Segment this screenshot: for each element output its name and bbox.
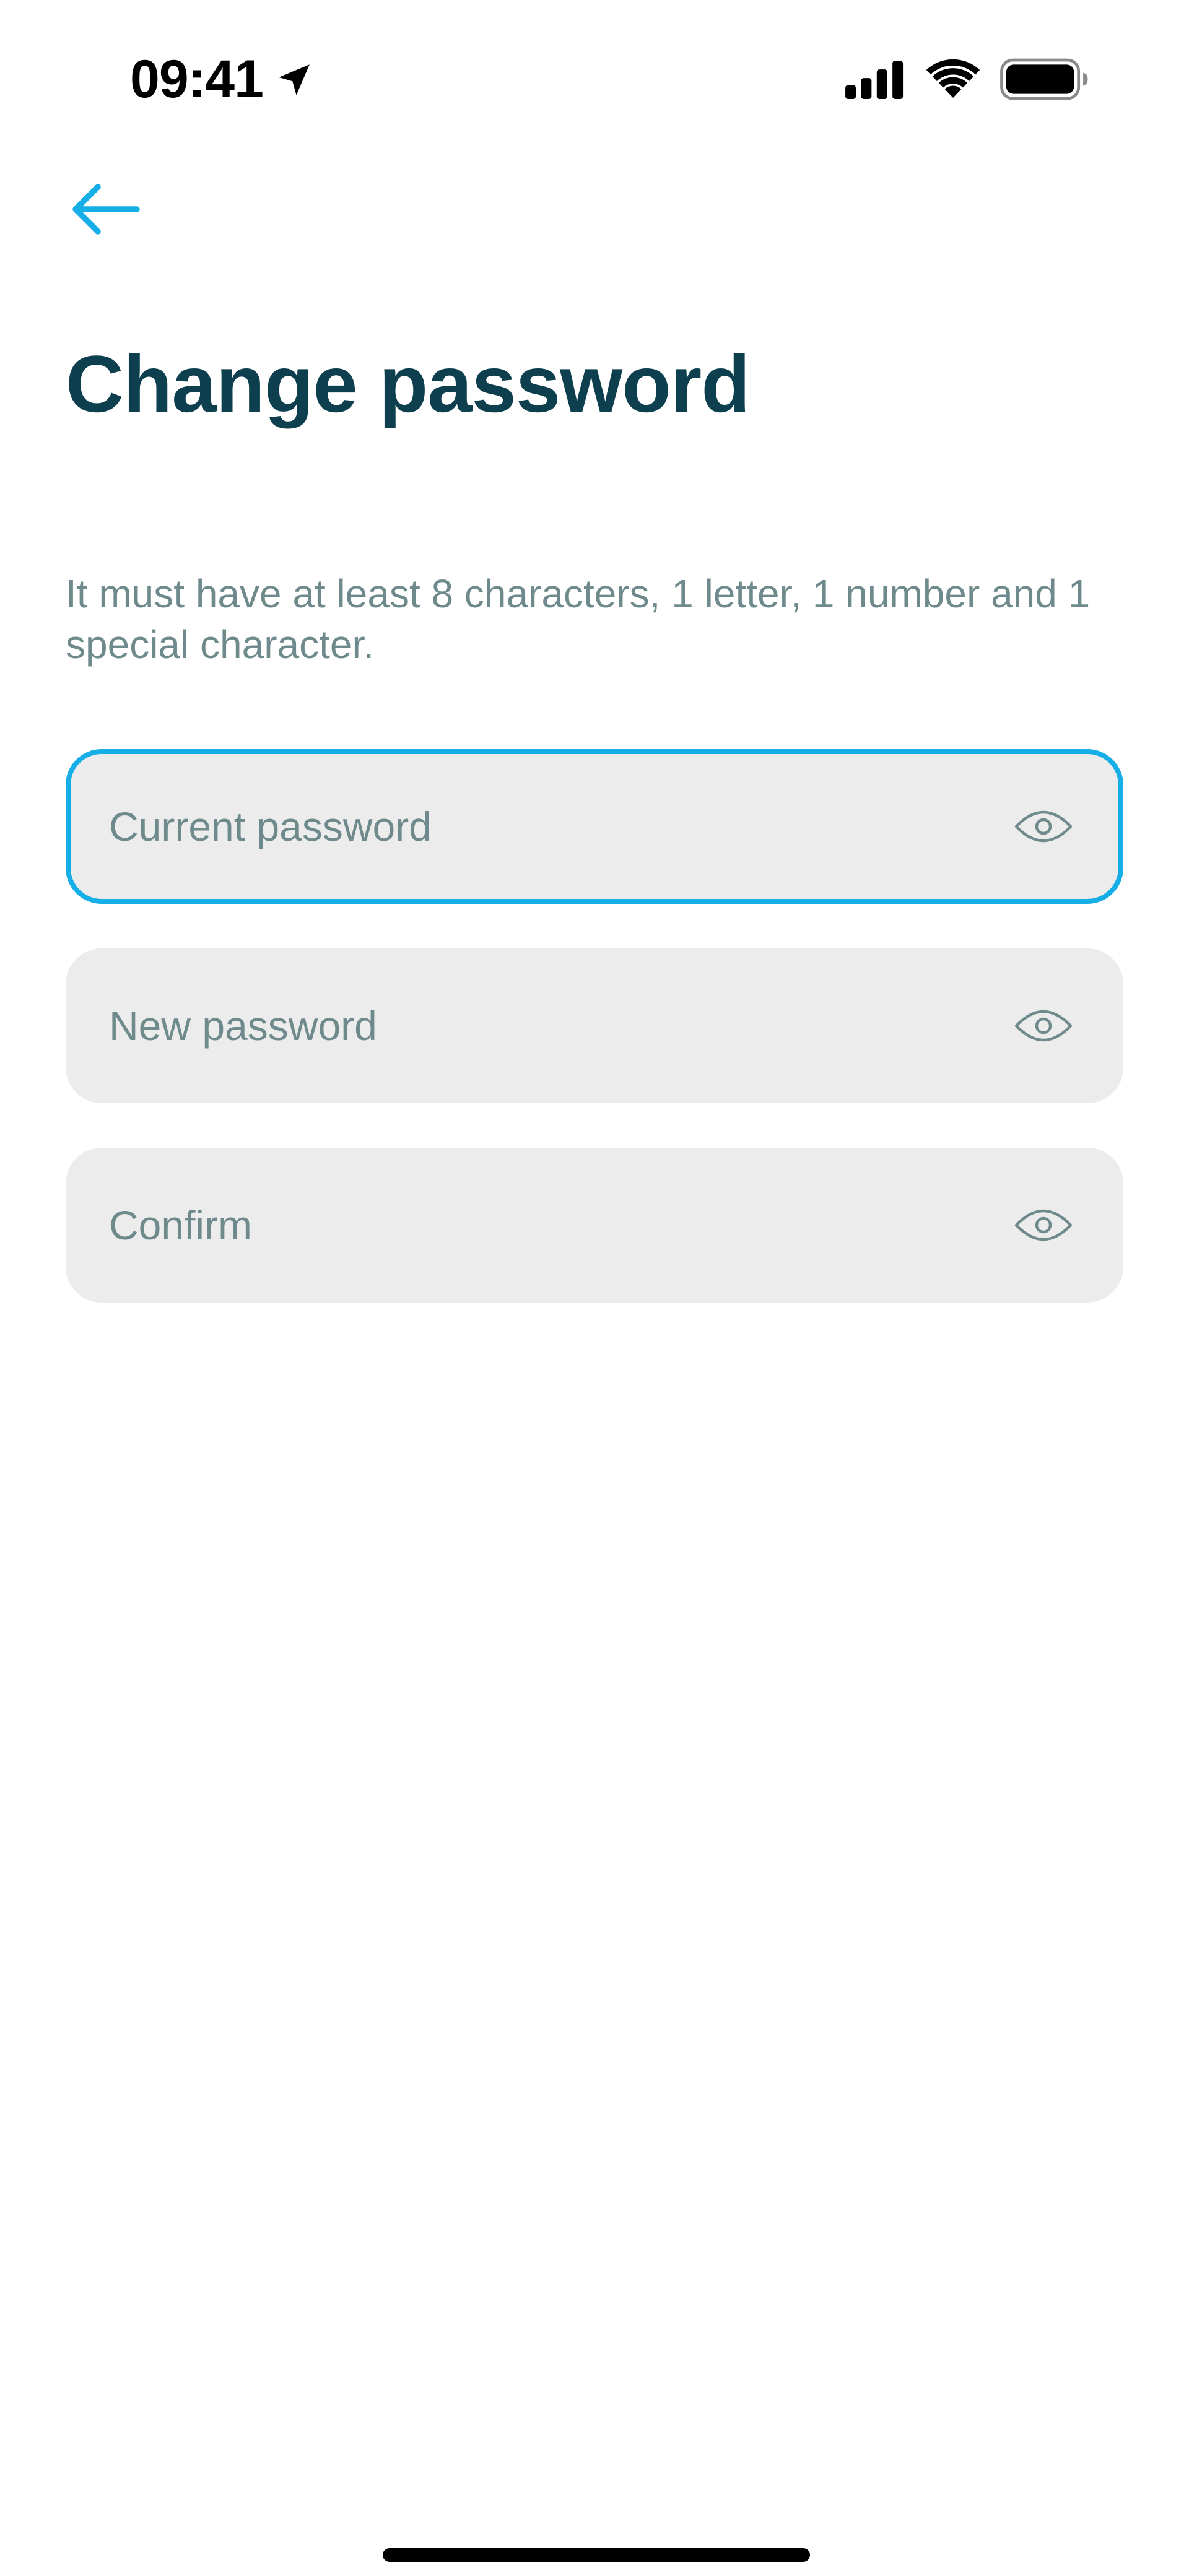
confirm-password-field[interactable] <box>66 1148 1123 1303</box>
toggle-confirm-password-visibility-button[interactable] <box>1009 1191 1078 1259</box>
arrow-left-icon <box>72 184 140 235</box>
cellular-signal-icon <box>843 61 907 99</box>
back-button[interactable] <box>68 172 155 246</box>
eye-icon <box>1014 1209 1073 1241</box>
toggle-new-password-visibility-button[interactable] <box>1009 992 1078 1060</box>
status-bar: 09:41 <box>0 0 1189 149</box>
current-password-field[interactable] <box>66 749 1123 904</box>
new-password-field[interactable] <box>66 948 1123 1103</box>
confirm-password-input[interactable] <box>109 1188 1009 1262</box>
wifi-icon <box>925 58 981 100</box>
change-password-screen: 09:41 Change password It must have at le… <box>0 0 1189 2576</box>
home-indicator[interactable] <box>383 2548 810 2562</box>
current-password-input[interactable] <box>109 789 1009 864</box>
location-arrow-icon <box>274 59 315 100</box>
status-time: 09:41 <box>130 50 264 109</box>
battery-icon <box>1000 58 1090 100</box>
page-title: Change password <box>66 339 751 429</box>
password-requirements-hint: It must have at least 8 characters, 1 le… <box>66 571 1091 667</box>
eye-icon <box>1014 1010 1073 1042</box>
eye-icon <box>1014 810 1073 843</box>
toggle-current-password-visibility-button[interactable] <box>1009 792 1078 861</box>
new-password-input[interactable] <box>109 989 1009 1063</box>
